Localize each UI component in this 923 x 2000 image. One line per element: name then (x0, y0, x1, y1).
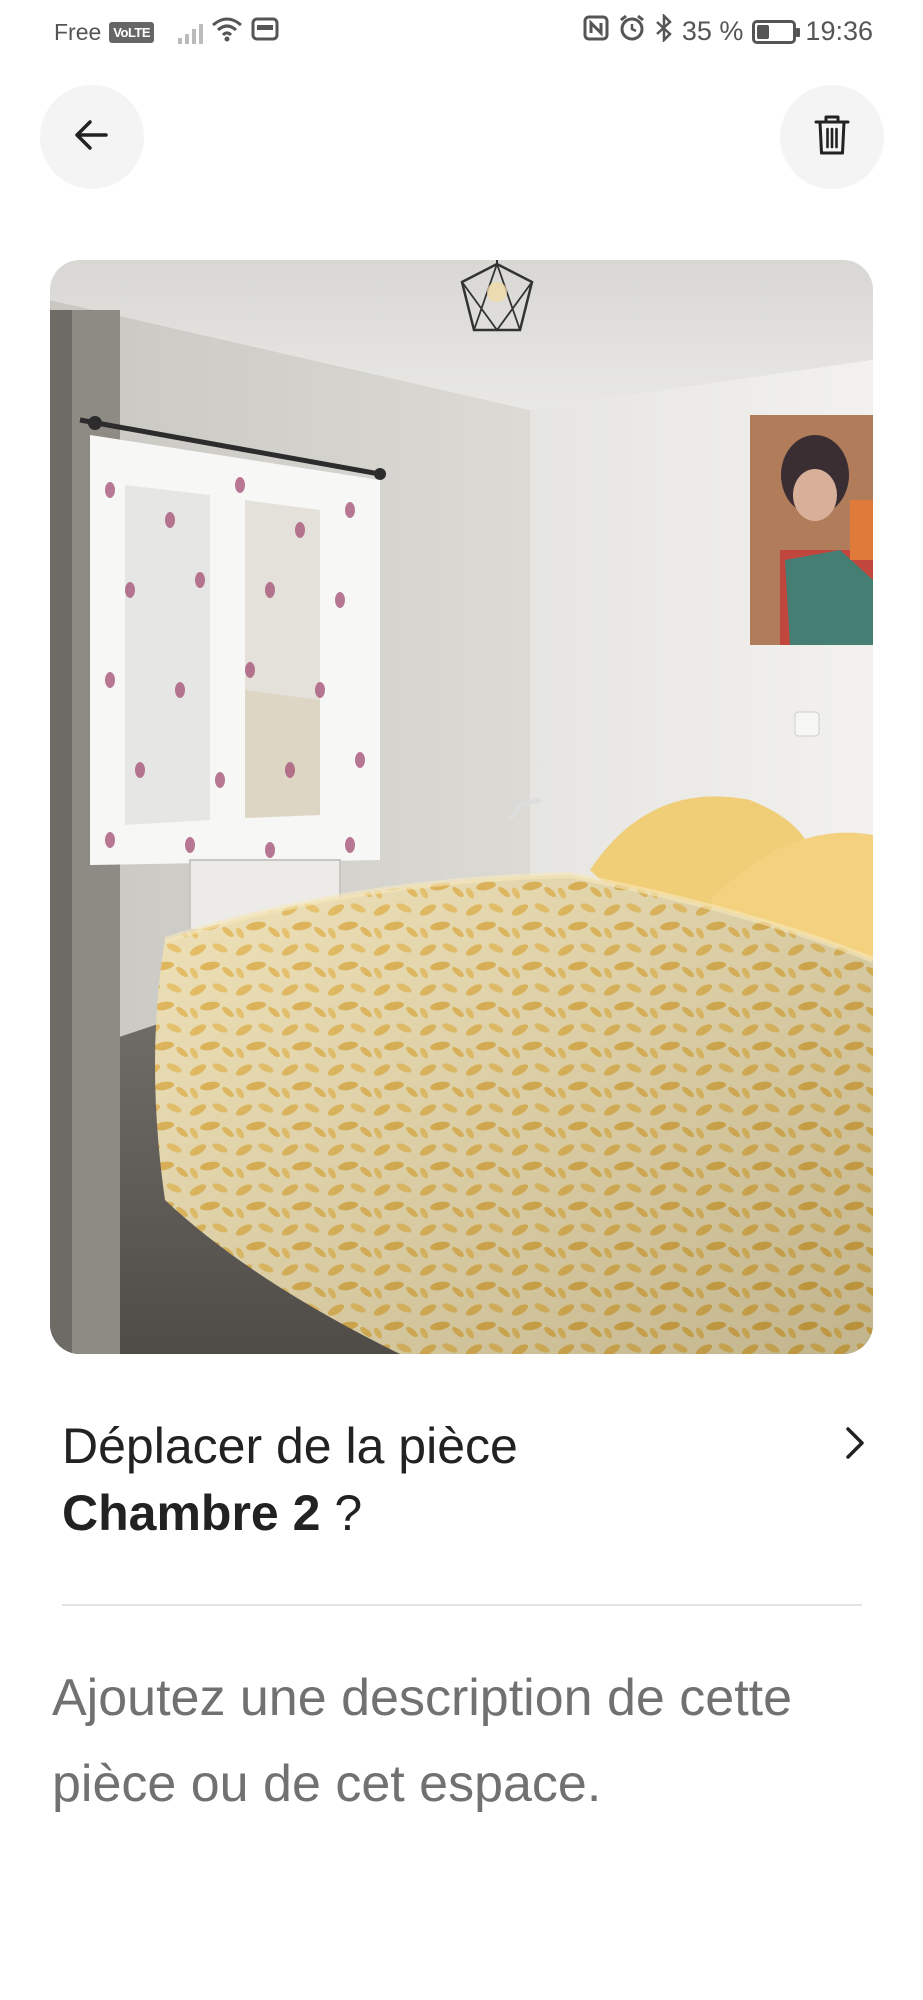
carrier-label: Free (54, 19, 102, 45)
delete-button[interactable] (780, 85, 884, 189)
divider (62, 1604, 862, 1606)
nfc-icon (583, 15, 609, 48)
battery-level (757, 24, 770, 39)
clock: 19:36 (805, 16, 873, 46)
back-button[interactable] (40, 85, 144, 189)
trash-icon (812, 113, 852, 162)
move-room-prefix: Déplacer de la pièce (62, 1418, 518, 1474)
room-photo[interactable] (50, 260, 873, 1354)
description-input[interactable]: Ajoutez une description de cette pièce o… (52, 1655, 872, 1827)
status-bar: Free VoLTE 35 % 19:36 (0, 0, 923, 64)
battery-percent: 35 % (681, 16, 744, 46)
move-room-suffix: ? (320, 1485, 363, 1541)
arrow-left-icon (72, 115, 112, 160)
move-room-line: Chambre 2 ? (62, 1477, 870, 1549)
wifi-icon (211, 16, 243, 49)
sim-icon (251, 16, 279, 49)
battery-icon (752, 19, 801, 44)
status-bar-left: Free VoLTE (54, 16, 279, 49)
move-room-row[interactable]: Déplacer de la pièce Chambre 2 ? (62, 1415, 870, 1565)
bluetooth-icon (655, 12, 673, 49)
alarm-icon (618, 14, 646, 49)
signal-icon (178, 22, 204, 44)
chevron-right-icon (840, 1423, 870, 1468)
room-name: Chambre 2 (62, 1485, 321, 1541)
volte-badge: VoLTE (109, 22, 155, 43)
status-bar-right: 35 % 19:36 (583, 12, 873, 49)
